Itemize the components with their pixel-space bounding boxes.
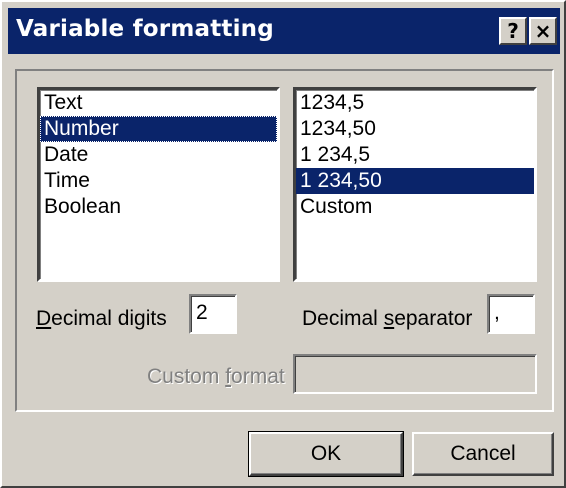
list-item-date[interactable]: Date (40, 142, 277, 168)
window-title: Variable formatting (16, 16, 274, 42)
number-format-list[interactable]: 1234,5 1234,50 1 234,5 1 234,50 Custom (293, 87, 537, 282)
cancel-button[interactable]: Cancel (412, 432, 554, 476)
list-item-format-3[interactable]: 1 234,5 (296, 142, 534, 168)
list-item-format-2[interactable]: 1234,50 (296, 116, 534, 142)
list-item-format-1[interactable]: 1234,5 (296, 90, 534, 116)
decimal-separator-field[interactable]: , (487, 294, 535, 334)
custom-format-field[interactable] (293, 354, 537, 394)
decimal-digits-field[interactable]: 2 (189, 294, 237, 334)
list-item-format-4[interactable]: 1 234,50 (296, 168, 534, 194)
close-button[interactable]: × (529, 17, 557, 45)
list-item-time[interactable]: Time (40, 168, 277, 194)
list-item-number[interactable]: Number (40, 116, 277, 142)
title-bar[interactable]: Variable formatting ? × (8, 8, 560, 54)
variable-type-list[interactable]: Text Number Date Time Boolean (37, 87, 280, 282)
custom-format-label: Custom format (147, 365, 285, 388)
variable-formatting-dialog: Variable formatting ? × Text Number Date… (0, 0, 566, 488)
list-item-custom[interactable]: Custom (296, 194, 534, 220)
list-item-text[interactable]: Text (40, 90, 277, 116)
decimal-digits-label: Decimal digits (36, 307, 167, 330)
help-button[interactable]: ? (499, 17, 527, 45)
help-icon: ? (507, 19, 519, 43)
close-icon: × (534, 19, 552, 43)
ok-button[interactable]: OK (248, 431, 404, 477)
list-item-boolean[interactable]: Boolean (40, 194, 277, 220)
decimal-separator-label: Decimal separator (302, 307, 473, 330)
